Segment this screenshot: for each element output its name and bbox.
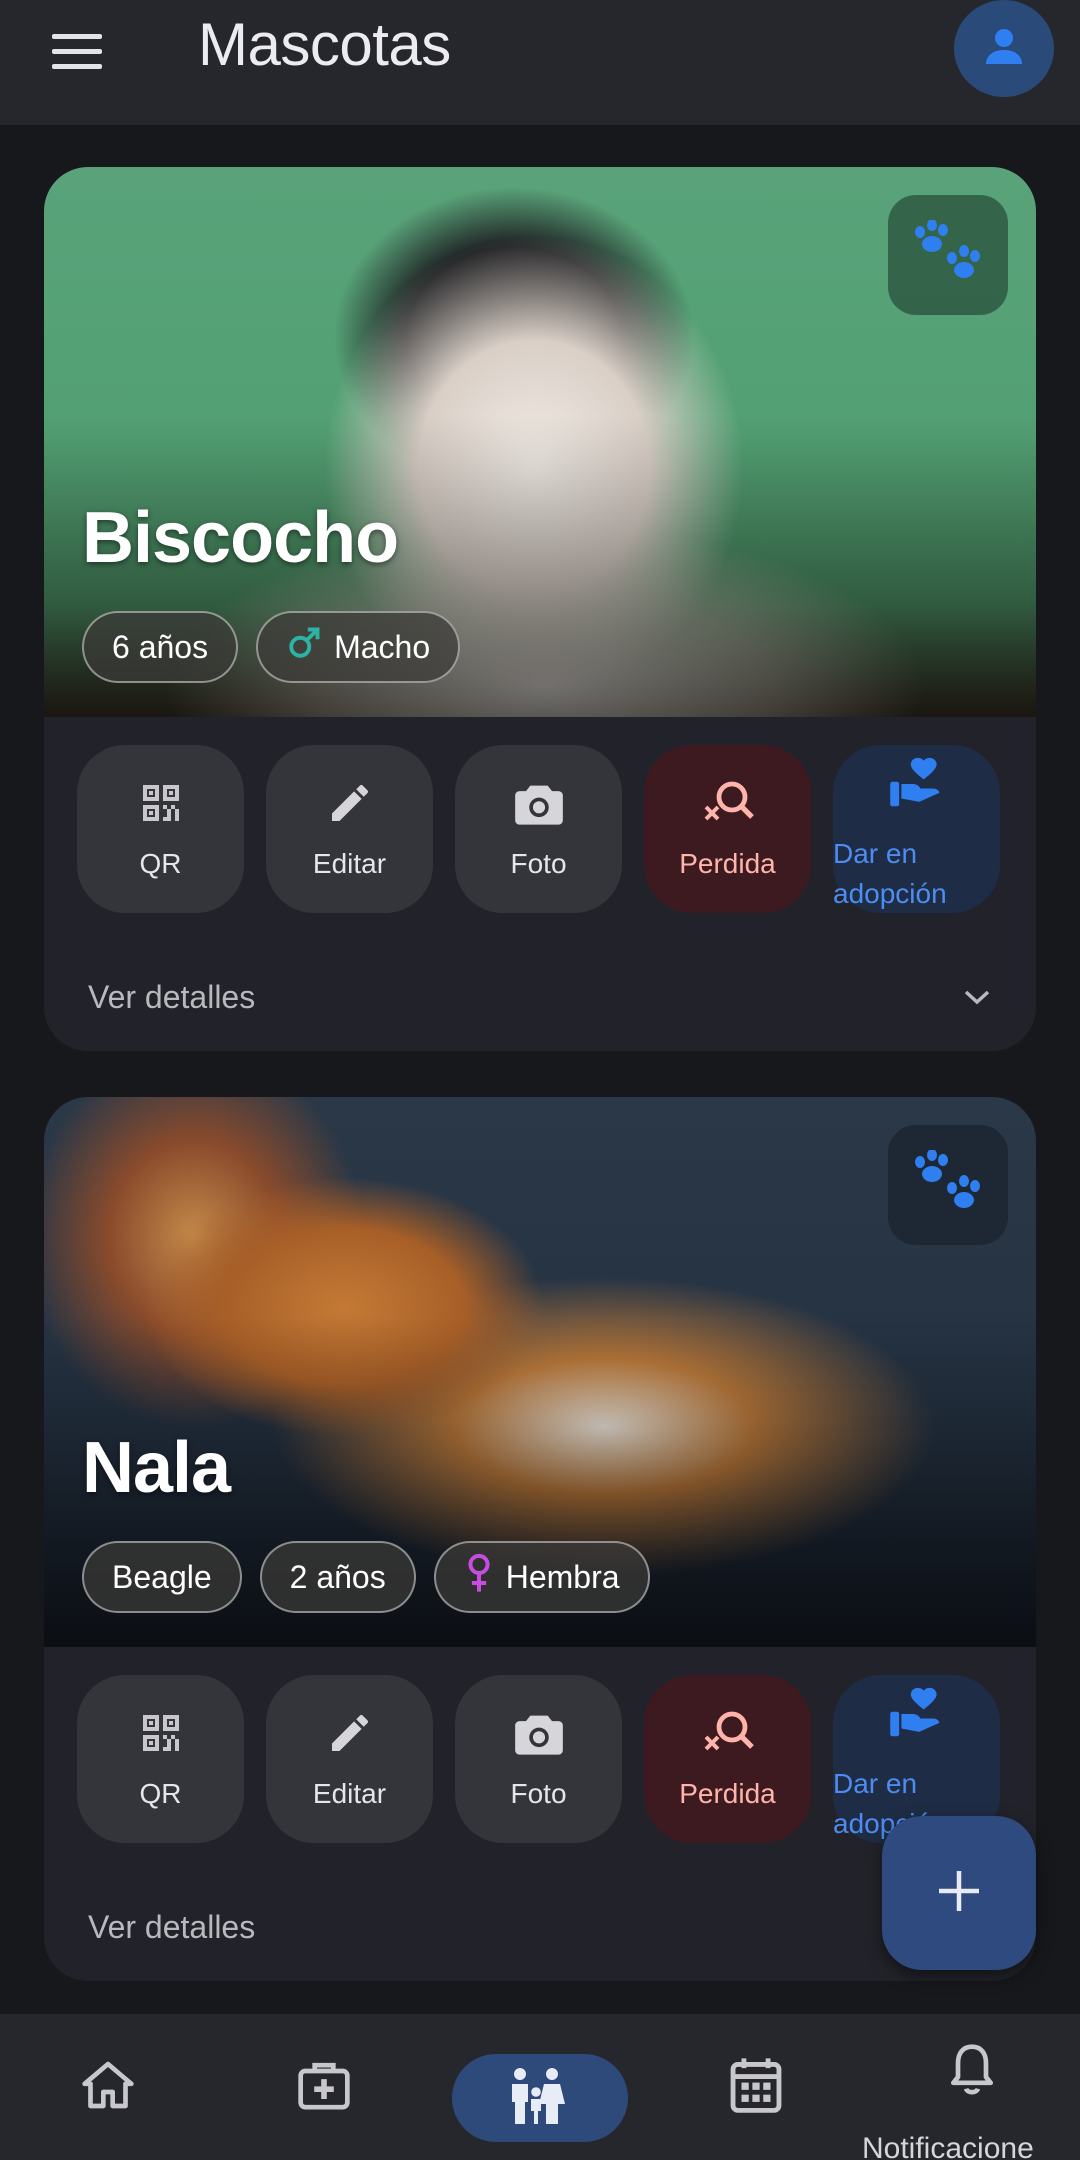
gender-chip: Hembra	[433, 1541, 650, 1613]
details-label: Ver detalles	[88, 978, 256, 1015]
details-expander[interactable]: Ver detalles	[88, 1892, 992, 1962]
button-label: Dar en adopción	[833, 838, 947, 909]
plus-icon	[936, 1868, 982, 1919]
camera-icon	[513, 779, 565, 834]
volunteer-hand-heart-icon	[888, 1687, 946, 1748]
details-expander[interactable]: Ver detalles	[88, 962, 992, 1032]
details-label: Ver detalles	[88, 1908, 256, 1945]
male-icon	[286, 625, 322, 669]
button-label: QR	[139, 1777, 182, 1809]
menu-icon[interactable]	[46, 26, 108, 78]
button-label: Perdida	[679, 1777, 776, 1809]
button-label: Editar	[312, 847, 387, 879]
pet-name: Nala	[82, 1428, 231, 1508]
medical-kit-icon	[296, 2058, 352, 2117]
pet-name: Biscocho	[82, 498, 399, 578]
button-label: QR	[139, 847, 182, 879]
chevron-down-icon	[962, 979, 992, 1016]
button-label: Foto	[510, 847, 567, 879]
chip-label: Macho	[334, 628, 431, 665]
add-pet-fab[interactable]	[882, 1816, 1036, 1970]
pet-type-badge	[888, 195, 1008, 315]
chip-label: 6 años	[112, 628, 209, 665]
chip-label: 2 años	[289, 1558, 386, 1595]
paw-icon	[910, 1148, 986, 1221]
edit-button[interactable]: Editar	[266, 1675, 433, 1843]
button-label: Perdida	[679, 847, 776, 879]
nav-calendar[interactable]	[716, 2014, 796, 2160]
breed-chip: Beagle	[82, 1541, 242, 1613]
bell-icon	[948, 2042, 996, 2103]
nav-family[interactable]	[452, 2054, 628, 2142]
age-chip: 6 años	[82, 611, 239, 683]
nav-health[interactable]	[284, 2014, 364, 2160]
mark-lost-button[interactable]: Perdida	[644, 1675, 811, 1843]
pet-photo[interactable]: Biscocho 6 años Macho	[44, 167, 1036, 717]
page-title: Mascotas	[198, 11, 451, 78]
edit-button[interactable]: Editar	[266, 745, 433, 913]
pet-photo[interactable]: Nala Beagle 2 años Hembra	[44, 1097, 1036, 1647]
adopt-button[interactable]: Dar en adopción	[833, 745, 1000, 913]
search-off-icon	[702, 1709, 754, 1764]
qr-button[interactable]: QR	[77, 1675, 244, 1843]
button-label: Editar	[312, 1777, 387, 1809]
calendar-icon	[729, 2056, 783, 2119]
chip-label: Hembra	[505, 1558, 620, 1595]
camera-icon	[513, 1709, 565, 1764]
pet-type-badge	[888, 1125, 1008, 1245]
nav-home[interactable]	[68, 2014, 148, 2160]
volunteer-hand-heart-icon	[888, 757, 946, 818]
search-off-icon	[702, 779, 754, 834]
pencil-icon	[326, 1709, 374, 1764]
qr-button[interactable]: QR	[77, 745, 244, 913]
paw-icon	[910, 218, 986, 291]
qr-code-icon	[137, 779, 185, 834]
person-icon	[980, 22, 1028, 75]
chip-label: Beagle	[112, 1558, 212, 1595]
bottom-navigation: Notificacione	[0, 2014, 1080, 2160]
qr-code-icon	[137, 1709, 185, 1764]
home-icon	[80, 2059, 136, 2116]
pet-card: Biscocho 6 años Macho QR Editar Foto Per…	[44, 167, 1036, 1051]
nav-notifications-label: Notificacione	[862, 2132, 1034, 2160]
mark-lost-button[interactable]: Perdida	[644, 745, 811, 913]
photo-button[interactable]: Foto	[455, 745, 622, 913]
family-icon	[508, 2066, 572, 2131]
photo-button[interactable]: Foto	[455, 1675, 622, 1843]
female-icon	[464, 1553, 494, 1601]
pencil-icon	[326, 779, 374, 834]
age-chip: 2 años	[259, 1541, 416, 1613]
button-label: Foto	[510, 1777, 567, 1809]
account-avatar[interactable]	[954, 0, 1054, 97]
top-app-bar: Mascotas	[0, 0, 1080, 125]
gender-chip: Macho	[256, 611, 461, 683]
